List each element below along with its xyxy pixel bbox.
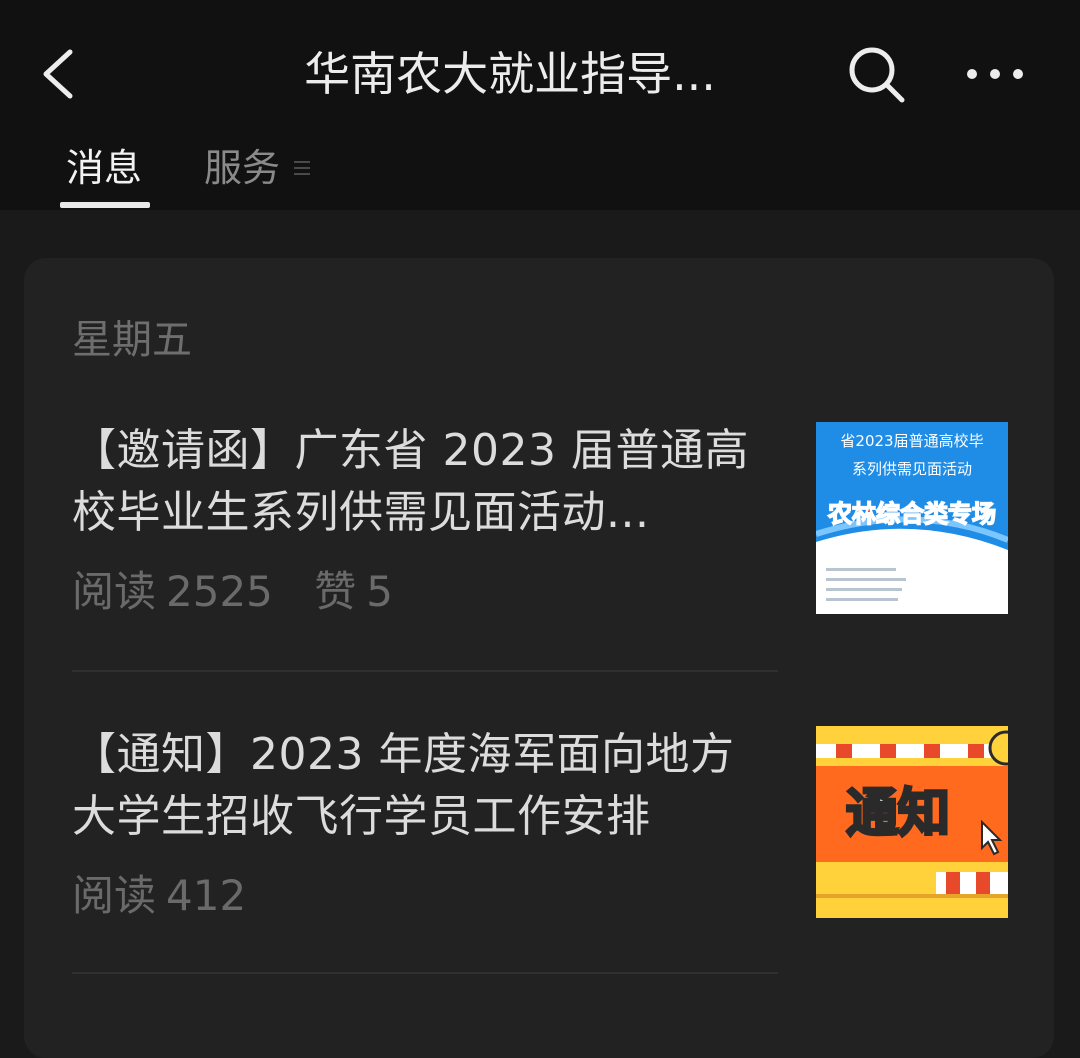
article-thumbnail: 通知 (816, 726, 1008, 918)
article-item[interactable]: 【邀请函】广东省 2023 届普通高校毕业生系列供需见面活动... 阅读 2525… (72, 420, 1008, 630)
tab-menu-icon[interactable] (292, 158, 312, 178)
likes-label: 赞 (314, 567, 357, 616)
article-title: 【通知】2023 年度海军面向地方大学生招收飞行学员工作安排 (72, 729, 735, 842)
likes-count: 5 (366, 567, 394, 616)
article-item[interactable]: 【通知】2023 年度海军面向地方大学生招收飞行学员工作安排 阅读 412 通知 (72, 724, 1008, 934)
reads-count: 2525 (166, 567, 273, 616)
more-options-button[interactable] (960, 54, 1030, 94)
reads-label: 阅读 (72, 567, 157, 616)
thumb-banner: 农林综合类专场 (827, 500, 996, 528)
notice-thumbnail-image: 通知 (816, 726, 1008, 918)
back-button[interactable] (36, 46, 86, 102)
divider (72, 670, 778, 672)
top-bar: 华南农大就业指导... 消息 服务 (0, 0, 1080, 210)
message-card (24, 258, 1054, 1058)
active-tab-indicator (60, 202, 150, 208)
reads-label: 阅读 (72, 871, 157, 920)
search-icon (849, 47, 905, 103)
tab-messages[interactable]: 消息 (66, 140, 142, 196)
job-fair-thumbnail-image: 省2023届普通高校毕 系列供需见面活动 农林综合类专场 (816, 422, 1008, 614)
more-dots-icon (967, 69, 1023, 79)
article-thumbnail: 省2023届普通高校毕 系列供需见面活动 农林综合类专场 (816, 422, 1008, 614)
article-stats: 阅读 2525 赞5 (72, 564, 421, 620)
thumb-line2: 系列供需见面活动 (852, 460, 972, 478)
date-label: 星期五 (72, 317, 192, 363)
divider (72, 972, 778, 974)
reads-count: 412 (166, 871, 247, 920)
thumb-line1: 省2023届普通高校毕 (840, 432, 983, 450)
search-button[interactable] (844, 42, 908, 106)
thumb-notice-label: 通知 (846, 784, 950, 844)
tab-services[interactable]: 服务 (204, 140, 280, 196)
article-stats: 阅读 412 (72, 868, 274, 924)
back-arrow-icon (43, 49, 73, 99)
article-title: 【邀请函】广东省 2023 届普通高校毕业生系列供需见面活动... (72, 425, 749, 538)
page-title: 华南农大就业指导... (304, 47, 716, 101)
